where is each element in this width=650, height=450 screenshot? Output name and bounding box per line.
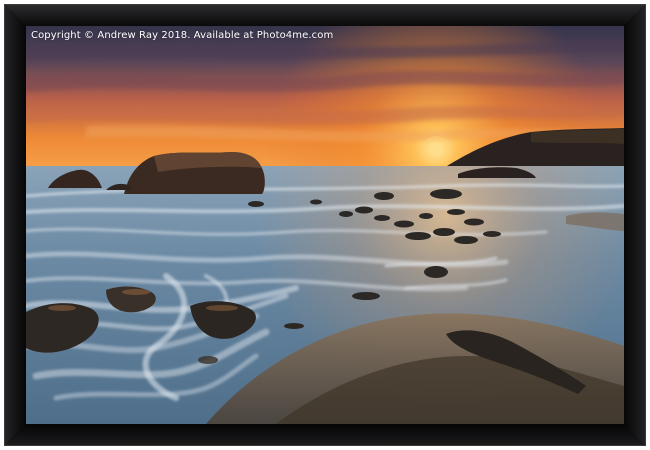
framed-print: Copyright © Andrew Ray 2018. Available a… (0, 0, 650, 450)
seascape-photo (26, 26, 624, 424)
sunset-beach-image (26, 26, 624, 424)
copyright-watermark: Copyright © Andrew Ray 2018. Available a… (31, 30, 334, 41)
